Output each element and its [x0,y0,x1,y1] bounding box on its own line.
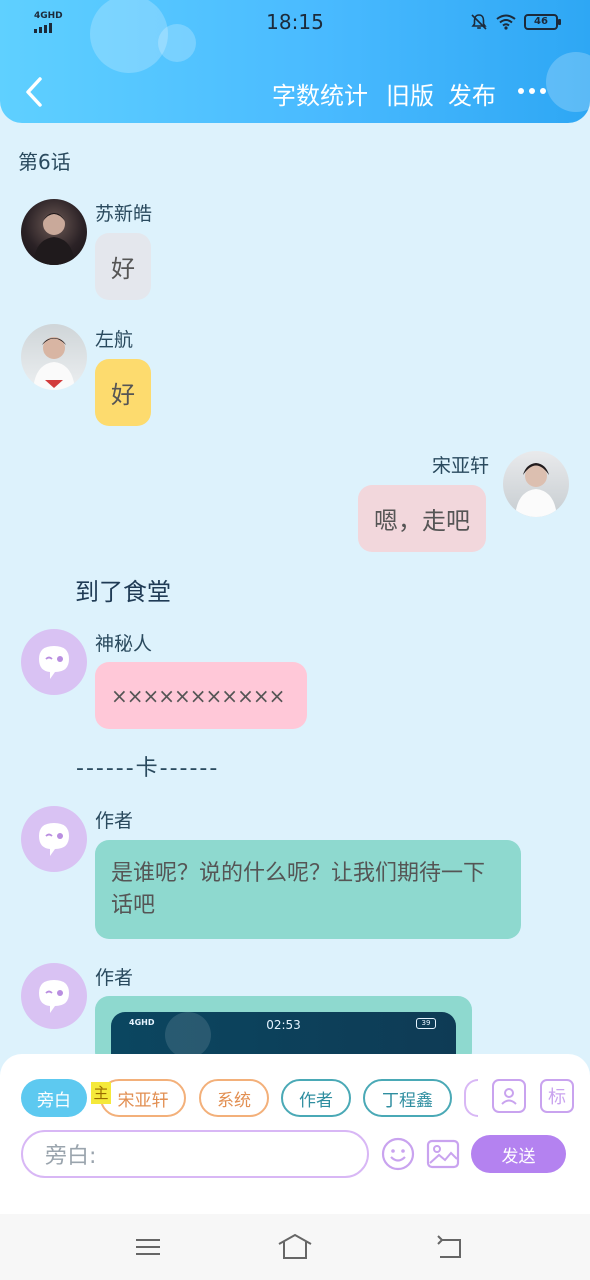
smiley-icon [381,1137,415,1171]
back-button[interactable] [20,74,50,110]
battery-icon: 46 [524,14,561,30]
ghost-icon [39,980,69,1013]
speaker-name: 苏新皓 [95,203,153,225]
speaker-name: 左航 [95,329,134,351]
chapter-title: 第6话 [18,150,71,174]
home-icon[interactable] [275,1230,315,1264]
message-bubble[interactable]: 好 [95,359,151,426]
avatar[interactable] [21,629,87,695]
mute-bell-icon [471,14,487,30]
character-select-icon[interactable] [492,1079,526,1113]
decorative-bubble [546,52,590,112]
status-bar: 4GHD 18:15 46 [0,8,590,38]
avatar[interactable] [21,199,87,265]
role-chip[interactable]: 系统 [199,1079,269,1117]
person-icon [501,1088,517,1105]
avatar-photo [33,337,75,390]
image-icon [426,1139,460,1169]
publish-button[interactable]: 发布 [448,76,496,111]
avatar[interactable] [21,963,87,1029]
role-chip[interactable]: 宋亚轩 [100,1079,186,1117]
avatar-photo [515,463,557,517]
speaker-name: 作者 [95,967,134,989]
narration-text[interactable]: 到了食堂 [75,572,171,607]
message-bubble[interactable]: 好 [95,233,151,300]
menu-icon[interactable] [131,1230,165,1264]
avatar[interactable] [21,806,87,872]
ghost-icon [39,646,69,679]
avatar[interactable] [21,324,87,390]
back-nav-icon[interactable] [433,1230,467,1264]
app-header: 4GHD 18:15 46 字数统计 旧版 发布 [0,0,590,123]
old-version-button[interactable]: 旧版 [386,76,434,111]
speaker-name: 作者 [95,810,134,832]
decorative-bubble [165,1012,211,1058]
message-bubble[interactable]: 嗯，走吧 [358,485,486,552]
role-chip[interactable]: 作者 [281,1079,351,1117]
role-chip[interactable]: 丁程鑫 [363,1079,452,1117]
avatar-photo [33,213,75,265]
role-chip-narration[interactable]: 旁白 [21,1079,87,1117]
word-count-button[interactable]: 字数统计 [272,76,368,111]
main-role-tag: 主 [91,1082,111,1104]
speaker-name: 神秘人 [95,633,153,655]
thumb-battery: 39 [416,1018,436,1029]
message-bubble[interactable]: 是谁呢？说的什么呢？让我们期待一下话吧 [95,840,521,939]
send-button[interactable]: 发送 [471,1135,566,1173]
speaker-name: 宋亚轩 [432,455,490,477]
more-options-icon[interactable] [518,88,546,94]
message-bubble[interactable]: ××××××××××× [95,662,307,729]
avatar[interactable] [503,451,569,517]
message-input[interactable]: 旁白: [21,1130,369,1178]
emoji-button[interactable] [380,1136,416,1172]
system-navbar [0,1214,590,1280]
wifi-icon [496,14,516,30]
status-icons: 46 [470,13,561,31]
divider-text[interactable]: ------卡------ [76,750,219,782]
ghost-icon [39,823,69,856]
mark-icon[interactable]: 标 [540,1079,574,1113]
chevron-left-icon [26,77,42,107]
thumb-time: 02:53 [266,1018,301,1032]
image-upload-button[interactable] [425,1136,461,1172]
role-chip-partial[interactable] [464,1079,478,1117]
